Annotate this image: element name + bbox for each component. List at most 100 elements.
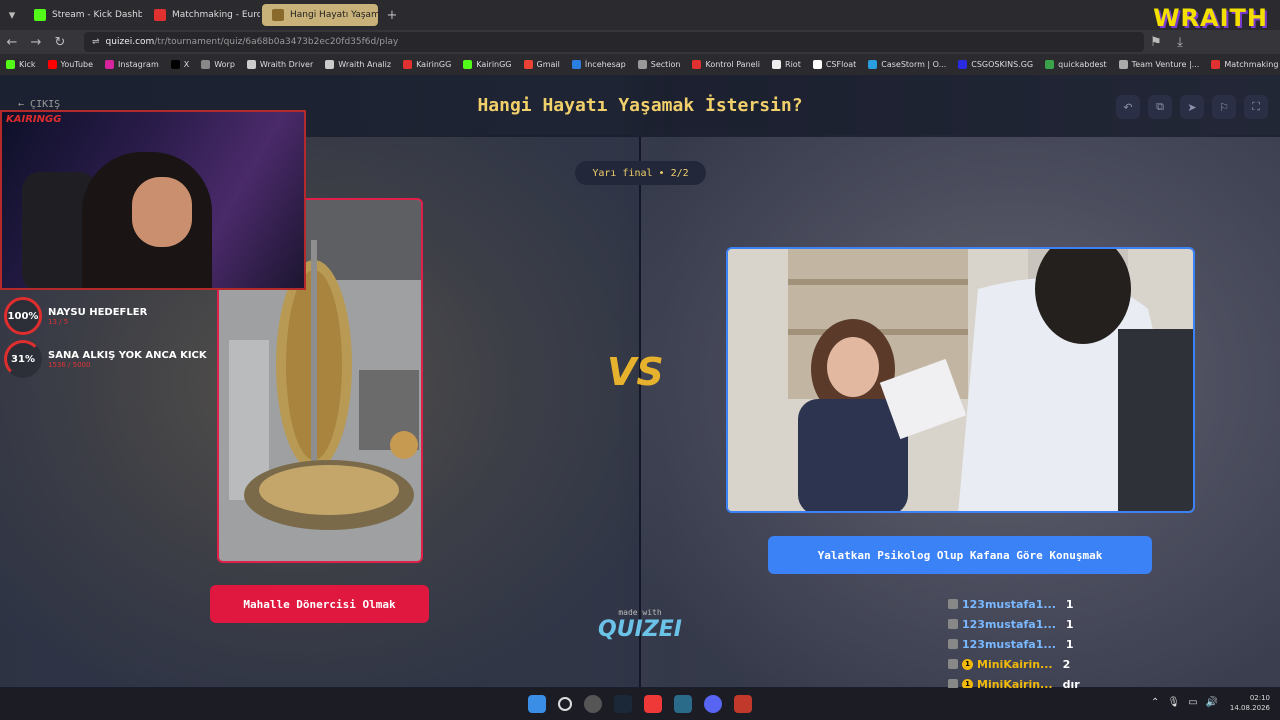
tab-label: Stream - Kick Dashboard [52, 10, 142, 20]
tab-label: Matchmaking - Europe 5v5 [172, 10, 260, 20]
steam-icon[interactable] [614, 695, 632, 713]
bookmark-item[interactable]: Wraith Driver [246, 60, 313, 69]
tab-matchmaking[interactable]: Matchmaking - Europe 5v5 [144, 4, 260, 26]
bookmark-label: Gmail [536, 60, 560, 69]
bookmark-favicon-icon [463, 60, 473, 69]
bookmark-item[interactable]: KairinGG [403, 60, 451, 69]
fullscreen-icon[interactable]: ⛶ [1244, 95, 1268, 119]
bookmark-label: Matchmaking [1224, 60, 1279, 69]
bookmark-item[interactable]: Kontrol Paneli [692, 60, 760, 69]
right-option-button[interactable]: Yalatkan Psikolog Olup Kafana Göre Konuş… [768, 536, 1152, 574]
bookmark-favicon-icon [403, 60, 413, 69]
round-badge: Yarı final • 2/2 [575, 161, 706, 185]
volume-icon[interactable]: 🔊 [1206, 697, 1218, 708]
bookmark-favicon-icon [47, 60, 57, 69]
bookmark-label: Worp [214, 60, 235, 69]
app-icon[interactable] [674, 695, 692, 713]
quizei-logo: QUIZEI [598, 617, 682, 642]
made-with-quizei[interactable]: made with QUIZEI [590, 608, 690, 642]
chevron-up-icon[interactable]: ⌃ [1151, 697, 1159, 708]
chat-username: 123mustafa1... [962, 617, 1056, 631]
matchmaking-favicon-icon [154, 9, 166, 21]
bookmark-icon[interactable]: ⚑ [1144, 35, 1168, 50]
goal-name: SANA ALKIŞ YOK ANCA KICK [48, 349, 207, 361]
webcam-tag: KAIRINGG [6, 114, 62, 125]
bookmark-item[interactable]: Wraith Analiz [325, 60, 391, 69]
bookmark-favicon-icon [772, 60, 782, 69]
made-with-label: made with [618, 608, 662, 617]
url-host: quizei.com [105, 37, 155, 47]
chat-username: 123mustafa1... [962, 637, 1056, 651]
bookmark-item[interactable]: İncehesap [571, 60, 626, 69]
bookmark-label: İncehesap [584, 60, 626, 69]
center-divider [639, 137, 641, 687]
bookmark-item[interactable]: CSFloat [812, 60, 856, 69]
start-icon[interactable] [528, 695, 546, 713]
bookmark-favicon-icon [170, 60, 180, 69]
bookmark-item[interactable]: Gmail [523, 60, 560, 69]
site-settings-icon[interactable]: ⇌ [92, 37, 100, 47]
bookmark-item[interactable]: Riot [772, 60, 801, 69]
bookmark-item[interactable]: Section [637, 60, 681, 69]
bookmark-favicon-icon [637, 60, 647, 69]
display-icon[interactable]: ▭ [1188, 697, 1197, 708]
system-clock[interactable]: 02:10 14.08.2026 [1230, 693, 1270, 713]
bookmark-label: Section [650, 60, 681, 69]
chrome-icon[interactable] [584, 695, 602, 713]
copy-icon[interactable]: ⧉ [1148, 95, 1172, 119]
bookmark-favicon-icon [692, 60, 702, 69]
goal-progress-ring: 100% [4, 297, 42, 335]
bookmark-item[interactable]: quickabdest [1045, 60, 1107, 69]
tab-kick-dashboard[interactable]: Stream - Kick Dashboard [24, 4, 142, 26]
browser-menu-icon[interactable]: ▾ [0, 8, 24, 23]
discord-icon[interactable] [704, 695, 722, 713]
undo-icon[interactable]: ↶ [1116, 95, 1140, 119]
mic-icon[interactable]: 🎙 [1167, 697, 1180, 708]
reload-icon[interactable]: ↻ [48, 35, 72, 50]
address-bar-row: ← → ↻ ⇌ quizei.com/tr/tournament/quiz/6a… [0, 30, 1280, 54]
bookmark-item[interactable]: CaseStorm | O... [868, 60, 946, 69]
sub-badge-icon: 1 [962, 658, 973, 670]
url-field[interactable]: ⇌ quizei.com/tr/tournament/quiz/6a68b0a3… [84, 32, 1144, 52]
right-option-image[interactable] [726, 247, 1195, 513]
flag-icon[interactable]: ⚐ [1212, 95, 1236, 119]
search-icon[interactable] [558, 697, 572, 711]
forward-arrow-icon[interactable]: → [24, 35, 48, 50]
webcam-overlay: KAIRINGG [0, 110, 306, 290]
bookmark-item[interactable]: Kick [6, 60, 36, 69]
chat-message: 1 MiniKairin... 2 [948, 654, 1098, 674]
bookmark-item[interactable]: Team Venture |... [1118, 60, 1199, 69]
bookmark-favicon-icon [1045, 60, 1055, 69]
back-arrow-icon[interactable]: ← [0, 35, 24, 50]
bookmark-item[interactable]: Instagram [105, 60, 159, 69]
new-tab-button[interactable]: + [380, 8, 404, 23]
share-icon[interactable]: ➤ [1180, 95, 1204, 119]
bookmark-label: KairinGG [416, 60, 452, 69]
chat-text: 2 [1062, 657, 1071, 671]
bookmark-item[interactable]: KairinGG [463, 60, 512, 69]
goal-count: 13 / 5 [48, 317, 69, 326]
bookmark-label: Instagram [118, 60, 159, 69]
user-badge-icon [948, 599, 958, 609]
vs-emblem: VS [607, 350, 664, 394]
bookmark-item[interactable]: YouTube [47, 60, 94, 69]
bookmark-item[interactable]: X [170, 60, 189, 69]
bookmark-label: CSGOSKINS.GG [971, 60, 1034, 69]
bookmark-item[interactable]: Matchmaking [1211, 60, 1278, 69]
bookmark-label: YouTube [60, 60, 94, 69]
bookmark-item[interactable]: CSGOSKINS.GG [958, 60, 1033, 69]
bookmark-item[interactable]: Worp [201, 60, 235, 69]
shield-icon[interactable] [734, 695, 752, 713]
bookmark-favicon-icon [812, 60, 822, 69]
vivaldi-icon[interactable] [644, 695, 662, 713]
tab-quizei[interactable]: Hangi Hayatı Yaşamak İster [262, 4, 378, 26]
bookmark-favicon-icon [246, 60, 256, 69]
bookmark-favicon-icon [958, 60, 968, 69]
download-icon[interactable]: ⤓ [1168, 35, 1192, 50]
goal-name: NAYSU HEDEFLER [48, 306, 148, 318]
bookmark-favicon-icon [523, 60, 533, 69]
bookmark-label: CaseStorm | O... [881, 60, 947, 69]
clock-time: 02:10 [1249, 694, 1270, 702]
left-option-button[interactable]: Mahalle Dönercisi Olmak [210, 585, 429, 623]
bookmark-favicon-icon [1118, 60, 1128, 69]
